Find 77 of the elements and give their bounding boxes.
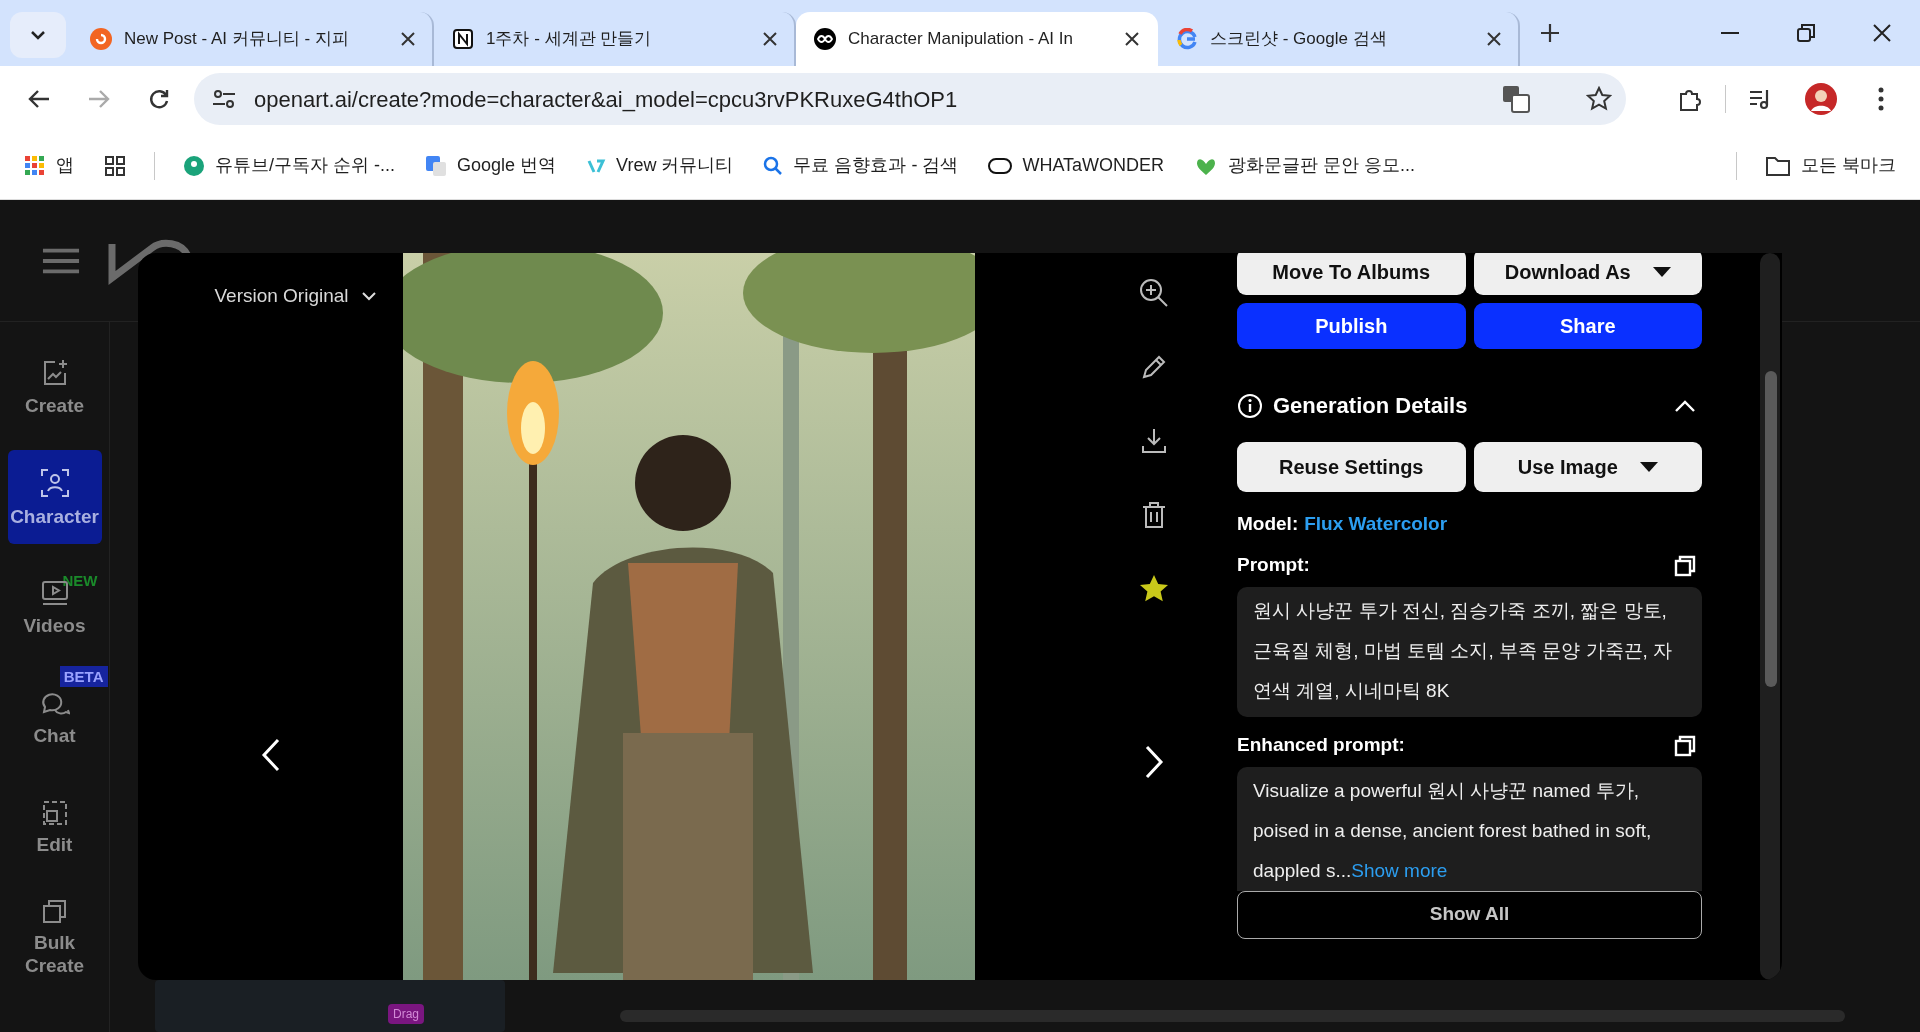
minimize-icon — [1721, 31, 1739, 35]
bookmark[interactable]: 유튜브/구독자 순위 -... — [181, 148, 397, 183]
arrow-left-icon — [28, 89, 50, 109]
bookmark[interactable]: WHATaWONDER — [986, 148, 1167, 183]
close-icon — [762, 31, 778, 47]
close-icon — [400, 31, 416, 47]
crop-frame-icon — [40, 798, 69, 827]
drag-label: Drag — [388, 1004, 424, 1024]
beta-badge: BETA — [59, 666, 108, 687]
plus-icon — [1540, 23, 1560, 43]
reload-icon — [148, 88, 170, 110]
dropdown-button[interactable]: Download As — [1473, 253, 1702, 295]
all-bookmarks-button[interactable]: 모든 북마크 — [1763, 148, 1898, 183]
new-label: NEW — [61, 571, 99, 591]
show-all-button[interactable]: Show All — [1237, 890, 1702, 939]
bookmark[interactable]: Google 번역 — [423, 148, 559, 183]
action-button[interactable]: Share — [1473, 303, 1702, 349]
action-button[interactable]: Move To Albums — [1237, 253, 1466, 295]
zoom-in-icon — [1137, 277, 1170, 309]
site-settings-icon — [212, 88, 236, 110]
search-engine-icon — [1176, 28, 1198, 50]
face-scan-icon — [38, 466, 71, 499]
info-icon — [1237, 392, 1263, 419]
close-icon — [1873, 24, 1891, 42]
caret-down-icon — [1639, 462, 1658, 472]
close-icon — [1486, 31, 1502, 47]
section-title: Generation Details — [1273, 392, 1469, 420]
close-icon — [1124, 31, 1140, 47]
translate-icon — [425, 154, 447, 177]
url-text: openart.ai/create?mode=character&ai_model=cpcu3rvPKRuxeG4thOP1 — [254, 85, 959, 114]
chevron-left-icon — [260, 737, 281, 772]
sidebar-item[interactable]: Create — [7, 340, 102, 434]
dropdown-button[interactable]: Use Image — [1473, 442, 1702, 492]
more-vertical-icon — [1878, 87, 1884, 111]
model-label: Model: — [1237, 512, 1299, 536]
action-button[interactable]: Reuse Settings — [1237, 442, 1466, 492]
chevron-up-icon — [1674, 398, 1696, 413]
sidebar-item[interactable]: Character — [7, 450, 102, 544]
notebook-icon — [452, 28, 474, 50]
model-link[interactable]: Flux Watercolor — [1304, 510, 1448, 539]
caret-down-icon — [1652, 267, 1671, 277]
translate-icon — [1502, 85, 1530, 113]
address-bar[interactable]: openart.ai/create?mode=character&ai_model=cpcu3rvPKRuxeG4thOP1 — [194, 73, 1626, 125]
chevron-down-icon — [29, 29, 47, 41]
sidebar-item[interactable]: Bulk Create — [7, 890, 102, 984]
avatar-icon — [183, 154, 205, 177]
bookmark[interactable]: Vrew 커뮤니티 — [584, 148, 736, 183]
avatar-icon — [1805, 83, 1837, 115]
chevron-right-icon — [1143, 745, 1164, 779]
star-outline-icon — [1586, 86, 1612, 112]
stacked-squares-icon — [40, 897, 69, 925]
version-dropdown[interactable]: Version Original — [208, 281, 383, 312]
bookmark[interactable]: 광화문글판 문안 응모... — [1192, 148, 1418, 183]
vertical-scrollbar[interactable] — [1760, 253, 1780, 980]
enhanced-prompt-label: Enhanced prompt: — [1237, 733, 1405, 758]
menu-icon — [42, 246, 80, 275]
folder-icon — [1765, 154, 1791, 177]
apps-icon — [24, 154, 46, 177]
sidebar-item[interactable]: Edit — [7, 780, 102, 874]
arrow-right-icon — [88, 89, 110, 109]
restore-icon — [1797, 24, 1815, 42]
infinity-icon — [814, 28, 836, 50]
bookmark[interactable]: 앱 — [22, 148, 76, 183]
browser-tab[interactable]: Character Manipulation - AI In — [796, 12, 1158, 66]
capsule-icon — [988, 156, 1013, 175]
copy-icon — [1674, 554, 1696, 577]
prompt-label: Prompt: — [1237, 553, 1310, 578]
enhanced-prompt-text: Visualize a powerful 원시 사냥꾼 named 투가, poised in a dense, ancient forest bathed in soft, dappled s...Show more — [1253, 779, 1652, 881]
show-more-link[interactable]: Show more — [1351, 859, 1448, 881]
search-icon — [763, 155, 784, 176]
prompt-text: 원시 사냥꾼 투가 전신, 짐승가죽 조끼, 짧은 망토, 근육질 체형, 마법 토템 소지, 부족 문양 가죽끈, 자연색 계열, 시네마틱 8K — [1237, 586, 1702, 717]
action-button[interactable]: Publish — [1237, 303, 1466, 349]
grid-icon — [104, 154, 126, 177]
copy-icon — [1674, 734, 1696, 757]
chevron-down-icon — [360, 291, 377, 302]
bookmark[interactable]: 무료 음향효과 - 검색 — [761, 148, 961, 183]
app-icon — [90, 28, 112, 50]
